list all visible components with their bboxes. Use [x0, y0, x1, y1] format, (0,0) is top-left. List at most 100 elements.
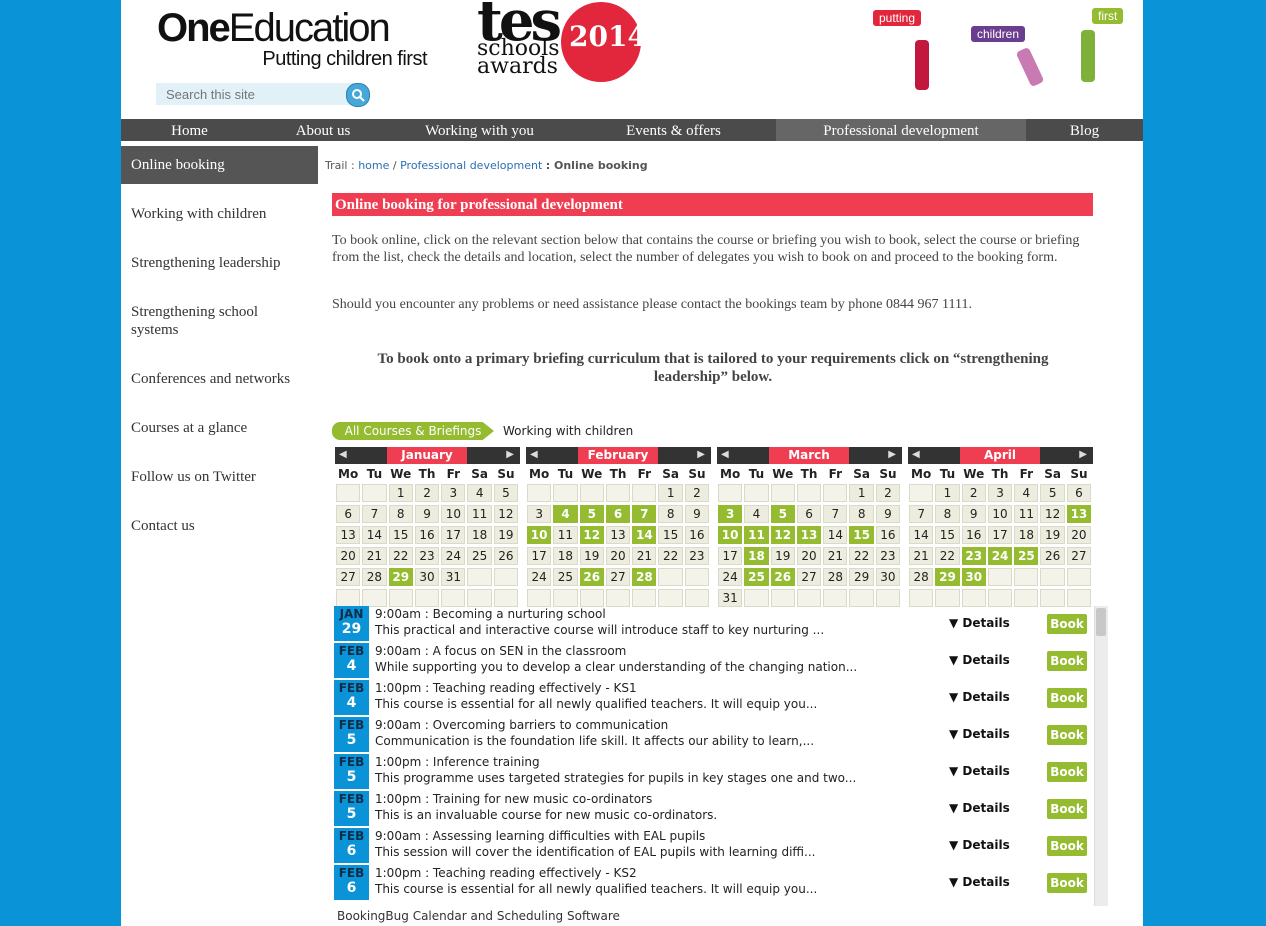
search-input[interactable] — [156, 83, 360, 105]
event-title: 1:00pm : Teaching reading effectively - … — [375, 866, 637, 880]
sidebar-item-working-with-children[interactable]: Working with children — [121, 205, 318, 223]
calendar-day-available[interactable]: 12 — [579, 526, 604, 544]
book-button[interactable]: Book — [1047, 873, 1087, 893]
sidebar-item-strengthening-leadership[interactable]: Strengthening leadership — [121, 254, 318, 272]
breadcrumb-home[interactable]: home — [358, 159, 389, 172]
details-toggle[interactable]: ▼ Details — [949, 653, 1010, 667]
calendar-day-available[interactable]: 13 — [796, 526, 822, 544]
nav-working-with-you[interactable]: Working with you — [388, 119, 571, 141]
prev-month-icon[interactable]: ◀ — [912, 449, 920, 460]
sidebar-item-strengthening-school-systems[interactable]: Strengthening school systems — [121, 303, 318, 339]
calendar-day-available[interactable]: 18 — [744, 547, 769, 565]
details-toggle[interactable]: ▼ Details — [949, 616, 1010, 630]
calendar-day-available[interactable]: 25 — [744, 568, 769, 586]
breadcrumb-professional-development[interactable]: Professional development — [400, 159, 542, 172]
calendar-day: 24 — [718, 568, 743, 586]
calendar-day: 15 — [935, 526, 960, 544]
weekday-label: Tu — [557, 467, 574, 481]
calendar-blank-cell — [336, 589, 361, 607]
calendar-day-available[interactable]: 3 — [718, 505, 743, 523]
calendar-day-available[interactable]: 6 — [605, 505, 631, 523]
bookingbug-footer[interactable]: BookingBug Calendar and Scheduling Softw… — [337, 909, 620, 923]
nav-about-us[interactable]: About us — [258, 119, 388, 141]
details-toggle[interactable]: ▼ Details — [949, 690, 1010, 704]
calendar-day-available[interactable]: 10 — [527, 526, 552, 544]
event-date-badge: FEB 4 — [334, 680, 369, 715]
calendar-day-available[interactable]: 30 — [961, 568, 986, 586]
book-button[interactable]: Book — [1047, 688, 1087, 708]
calendar-day-available[interactable]: 29 — [935, 568, 960, 586]
oneeducation-logo[interactable]: OneEducation Putting children first — [157, 4, 428, 71]
calendar-day-available[interactable]: 26 — [770, 568, 795, 586]
calendar-blank-cell — [770, 484, 795, 502]
current-category-crumb: Working with children — [503, 424, 634, 438]
calendar-day: 18 — [467, 526, 492, 544]
details-toggle[interactable]: ▼ Details — [949, 838, 1010, 852]
details-toggle[interactable]: ▼ Details — [949, 801, 1010, 815]
calendar-day-available[interactable]: 29 — [388, 568, 413, 586]
scroll-thumb[interactable] — [1096, 608, 1106, 636]
sidebar-item-contact-us[interactable]: Contact us — [121, 517, 318, 535]
calendar-day-available[interactable]: 11 — [744, 526, 769, 544]
event-list-scrollbar[interactable] — [1094, 606, 1108, 906]
book-button[interactable]: Book — [1047, 725, 1087, 745]
book-button[interactable]: Book — [1047, 799, 1087, 819]
calendar-day-available[interactable]: 25 — [1014, 547, 1039, 565]
calendar-day-available[interactable]: 24 — [987, 547, 1013, 565]
calendar-day-available[interactable]: 10 — [718, 526, 743, 544]
weekday-row: Mo Tu We Th Fr Sa Su — [717, 466, 902, 482]
calendar-day-available[interactable]: 12 — [770, 526, 795, 544]
nav-professional-development[interactable]: Professional development — [776, 119, 1026, 141]
details-toggle[interactable]: ▼ Details — [949, 727, 1010, 741]
calendar-day: 8 — [935, 505, 960, 523]
next-month-icon[interactable]: ▶ — [697, 449, 705, 460]
nav-home[interactable]: Home — [121, 119, 258, 141]
tes-awards-logo: tes schools awards 2014 — [471, 0, 651, 95]
calendar-day: 4 — [744, 505, 769, 523]
nav-events-offers[interactable]: Events & offers — [571, 119, 776, 141]
prev-month-icon[interactable]: ◀ — [530, 449, 538, 460]
details-toggle[interactable]: ▼ Details — [949, 875, 1010, 889]
calendar-blank-cell — [909, 589, 934, 607]
calendar-day: 25 — [553, 568, 578, 586]
book-button[interactable]: Book — [1047, 614, 1087, 634]
calendar-april: ◀ April ▶ Mo Tu We Th Fr Sa Su 1 2 3 4 5 6 7 8 9 10 11 12 13 14… — [908, 447, 1093, 607]
book-button[interactable]: Book — [1047, 651, 1087, 671]
prev-month-icon[interactable]: ◀ — [721, 449, 729, 460]
calendar-day-available[interactable]: 26 — [579, 568, 604, 586]
sidebar-item-twitter[interactable]: Follow us on Twitter — [121, 468, 318, 486]
calendar-day: 5 — [1040, 484, 1065, 502]
calendar-blank-cell — [605, 589, 631, 607]
calendar-day-available[interactable]: 4 — [553, 505, 578, 523]
calendar-day: 16 — [684, 526, 710, 544]
sidebar-item-courses-at-a-glance[interactable]: Courses at a glance — [121, 419, 318, 437]
weekday-label: Sa — [853, 467, 870, 481]
event-row: FEB 5 9:00am : Overcoming barriers to comm… — [334, 717, 1107, 754]
prev-month-icon[interactable]: ◀ — [339, 449, 347, 460]
sidebar-item-online-booking[interactable]: Online booking — [121, 146, 318, 184]
search-button[interactable] — [346, 83, 370, 107]
calendar-day: 27 — [796, 568, 822, 586]
calendar-day-available[interactable]: 13 — [1066, 505, 1092, 523]
page-title: Online booking for professional developm… — [332, 193, 1093, 216]
next-month-icon[interactable]: ▶ — [506, 449, 514, 460]
calendar-day: 31 — [441, 568, 466, 586]
calendar-day-available[interactable]: 5 — [770, 505, 795, 523]
nav-blog[interactable]: Blog — [1026, 119, 1143, 141]
event-description: This programme uses targeted strategies … — [375, 771, 857, 785]
next-month-icon[interactable]: ▶ — [1079, 449, 1087, 460]
calendar-day-available[interactable]: 28 — [632, 568, 657, 586]
book-button[interactable]: Book — [1047, 836, 1087, 856]
calendar-day-available[interactable]: 15 — [849, 526, 874, 544]
sidebar-item-conferences-networks[interactable]: Conferences and networks — [121, 370, 318, 388]
calendar-day-available[interactable]: 14 — [632, 526, 657, 544]
all-courses-crumb[interactable]: All Courses & Briefings — [332, 422, 494, 440]
next-month-icon[interactable]: ▶ — [888, 449, 896, 460]
calendar-day-available[interactable]: 23 — [961, 547, 986, 565]
book-button[interactable]: Book — [1047, 762, 1087, 782]
calendar-day: 23 — [875, 547, 901, 565]
calendar-day-available[interactable]: 5 — [579, 505, 604, 523]
details-toggle[interactable]: ▼ Details — [949, 764, 1010, 778]
calendar-day-available[interactable]: 7 — [632, 505, 657, 523]
calendar-day: 22 — [849, 547, 874, 565]
